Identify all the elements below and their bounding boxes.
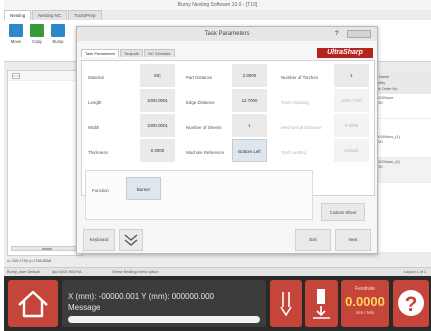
move-label: Move (10, 39, 22, 44)
width-label: Width (88, 125, 100, 130)
dialog-close-button[interactable] (347, 30, 371, 38)
copy-button[interactable]: Copy (28, 24, 46, 44)
torch-icon (280, 292, 292, 317)
part-qty: 0 of 50 (371, 101, 383, 105)
feedrate-display[interactable]: Feedrate 0.0000 mm / Min (341, 280, 389, 327)
feedrate-label: Feedrate (354, 286, 375, 292)
order-header: Week Order No. (371, 87, 399, 91)
home-icon (18, 290, 48, 318)
tab-nesting-nc[interactable]: Nesting NC (32, 10, 68, 20)
message-label: Message (68, 303, 101, 312)
mechanical-distance-label: Mechanical Distance (281, 125, 322, 130)
double-chevron-down-icon (124, 234, 138, 246)
expand-button[interactable] (119, 229, 143, 251)
copy-label: Copy (32, 39, 42, 44)
tab-task-parameters[interactable]: Task Parameters (81, 49, 120, 57)
move-button[interactable]: Move (7, 24, 25, 44)
bump-button[interactable]: Bump (49, 24, 67, 44)
custom-sheet-button[interactable]: Custom Sheet (321, 203, 365, 221)
number-of-sheets-label: Number of Sheets (186, 125, 222, 130)
bottom-control-bar: X (mm): -00000.001 Y (mm): 000000.000 Me… (4, 276, 431, 331)
length-field[interactable]: 1000.0001 (140, 89, 175, 112)
material-field[interactable]: MC (140, 64, 175, 87)
torch-spacing-field: 1000.7200 (334, 89, 369, 112)
status-config: 3pc 6400 INCH/A (52, 270, 82, 274)
status-bar: Burny_user Default 3pc 6400 INCH/A Selec… (4, 267, 431, 276)
edge-distance-field[interactable]: 12.7000 (232, 89, 267, 112)
thickness-label: Thickness (88, 150, 108, 155)
dialog-title: Task Parameters (77, 27, 377, 41)
edge-distance-label: Edge Distance (186, 100, 215, 105)
function-group: Function Burner (85, 170, 313, 220)
material-label: Material (88, 75, 104, 80)
dialog-help-button[interactable]: ? (335, 27, 339, 41)
feedrate-value: 0.0000 (345, 294, 385, 309)
machine-reference-label: Machine Reference (186, 150, 225, 155)
status-user: Burny_user Default (7, 270, 40, 274)
length-label: Length (88, 100, 102, 105)
tab-tools-prep[interactable]: Tools/Prep (68, 10, 102, 20)
torch-setting-field: Default (334, 139, 369, 162)
lower-torch-button[interactable] (305, 280, 338, 327)
exit-button[interactable]: Exit (295, 229, 331, 251)
home-button[interactable] (8, 280, 58, 327)
main-tabs: Nesting Nesting NC Tools/Prep (4, 10, 103, 20)
machine-coordinates: X (mm): -00000.001 Y (mm): 000000.000 (68, 292, 214, 301)
feedrate-unit: mm / Min (355, 310, 375, 315)
cursor-coordinates: x= 205.1790 y=1758.8558 (7, 259, 52, 263)
function-label: Function (92, 188, 109, 193)
move-icon (9, 24, 23, 37)
task-parameters-dialog: Task Parameters ? Task Parameters Toolpa… (76, 26, 378, 254)
part-distance-label: Part Distance (186, 75, 213, 80)
app-window: Burny Nesting Software 10.0 - [T10] Nest… (4, 0, 431, 331)
number-of-torches-field[interactable]: 1 (334, 64, 369, 87)
number-of-sheets-field[interactable]: 1 (232, 114, 267, 137)
bump-label: Bump (52, 39, 64, 44)
help-button[interactable]: ? (393, 280, 429, 327)
keyboard-button[interactable]: Keyboard (83, 229, 115, 251)
scrollbar-thumb[interactable] (42, 248, 52, 250)
torch-spacing-label: Torch Spacing (281, 100, 309, 105)
tab-toolpath[interactable]: Toolpath (120, 49, 144, 57)
tab-nc-simulate[interactable]: NC Simulate (144, 49, 175, 57)
copy-icon (30, 24, 44, 37)
ultrasharp-logo: UltraSharp (317, 48, 373, 58)
torch-button[interactable] (270, 280, 302, 327)
number-of-torches-label: Number of Torches (281, 75, 319, 80)
torch-setting-label: Torch setting (281, 150, 306, 155)
width-field[interactable]: 1000.0001 (140, 114, 175, 137)
thickness-field[interactable]: 0.0000 (140, 139, 175, 162)
status-layout: Layout 1 of 1 (404, 270, 426, 274)
horizontal-scrollbar[interactable] (11, 246, 79, 251)
svg-text:?: ? (405, 293, 418, 316)
machine-reference-select[interactable]: Bottom Left (232, 139, 267, 162)
lower-torch-icon (313, 289, 330, 319)
layout-list-panel[interactable] (7, 70, 83, 256)
help-icon: ? (398, 290, 424, 316)
message-field (68, 316, 260, 323)
function-select[interactable]: Burner (126, 177, 161, 200)
list-item[interactable] (8, 71, 82, 81)
part-qty: 0 of 50 (371, 140, 383, 144)
next-button[interactable]: Next (335, 229, 371, 251)
tab-nesting[interactable]: Nesting (4, 10, 32, 20)
dialog-tabs: Task Parameters Toolpath NC Simulate (81, 49, 176, 57)
window-title: Burny Nesting Software 10.0 - [T10] (4, 0, 431, 10)
position-message-panel: X (mm): -00000.001 Y (mm): 000000.000 Me… (62, 280, 266, 327)
sheet-icon (12, 73, 20, 79)
part-qty: 0 of 50 (371, 165, 383, 169)
part-distance-field[interactable]: 2.0000 (232, 64, 267, 87)
status-hint: Select Nesting menu option (112, 270, 159, 274)
mechanical-distance-field: 0.0000 (334, 114, 369, 137)
bump-icon (51, 24, 65, 37)
